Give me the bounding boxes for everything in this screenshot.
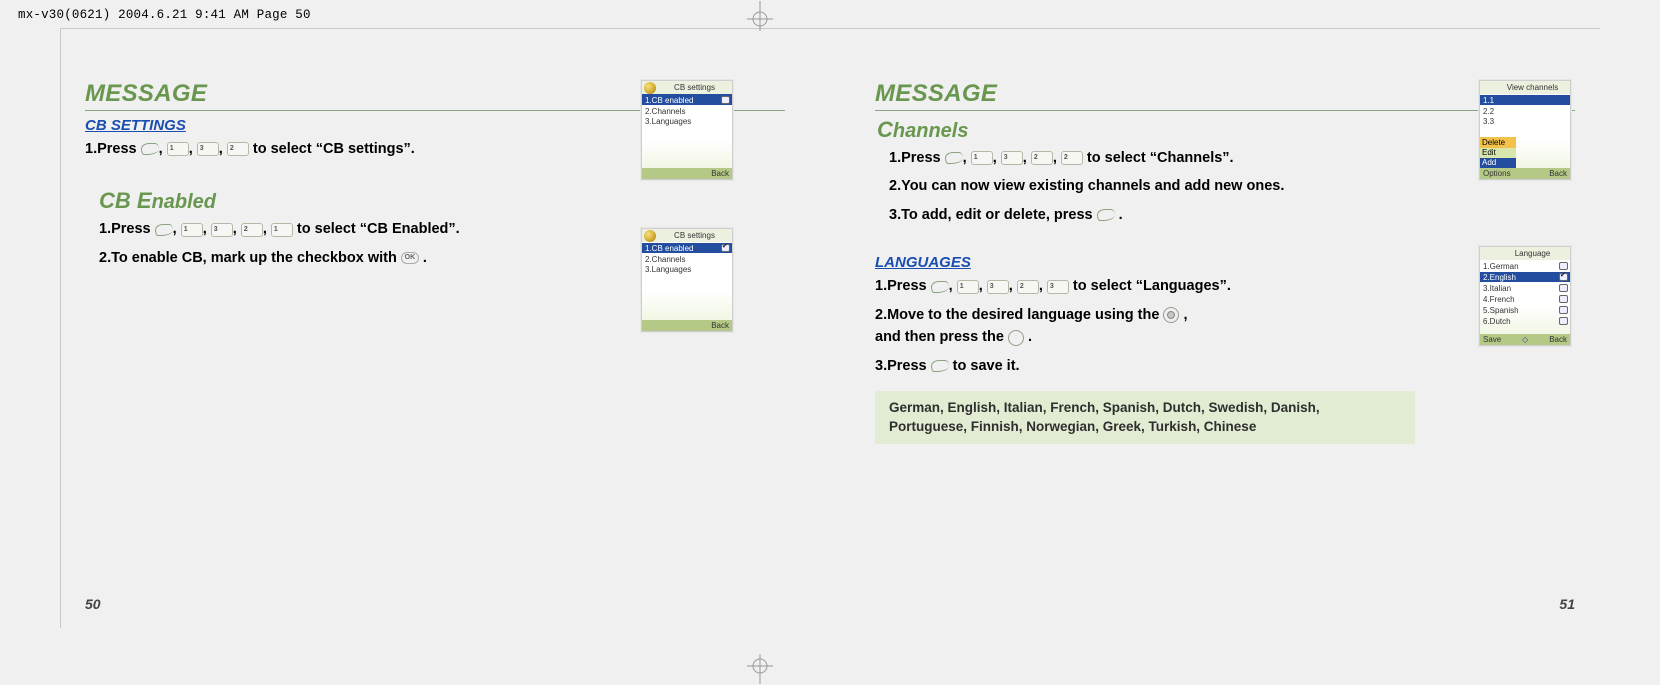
step-text: 2.Move to the desired language using the… xyxy=(875,304,1575,349)
key-3-icon: 3 xyxy=(1001,151,1023,165)
step-text: 1.Press , 1, 3, 2, 2 to select “Channels… xyxy=(889,147,1575,169)
checkbox-checked-icon xyxy=(721,244,730,252)
step-text: 3.To add, edit or delete, press . xyxy=(889,204,1575,226)
softkey-back: Back xyxy=(1549,169,1567,178)
popup-item: Delete xyxy=(1480,137,1516,147)
key-3-icon: 3 xyxy=(197,142,219,156)
phone-title: Language xyxy=(1480,247,1570,260)
popup-item: Edit xyxy=(1480,148,1516,158)
key-3-icon: 3 xyxy=(987,280,1009,294)
checkbox-icon xyxy=(1559,284,1568,292)
phone-title: View channels xyxy=(1480,81,1570,94)
text: to save it. xyxy=(953,358,1020,374)
key-2-icon: 2 xyxy=(241,223,263,237)
key-2-icon: 2 xyxy=(1017,280,1039,294)
registration-mark-bottom xyxy=(740,653,780,685)
popup-item: Add xyxy=(1480,158,1516,168)
step-text: 3.Press to save it. xyxy=(875,355,1575,377)
phone-screenshot-cb-enabled: CB settings 1.CB enabled 2.Channels 3.La… xyxy=(641,228,733,332)
softkey-back: Back xyxy=(642,168,732,179)
center-button-icon xyxy=(1008,330,1024,346)
page-number: 51 xyxy=(1559,596,1575,612)
softkey-icon xyxy=(931,360,949,372)
phone-screenshot-cb-settings: CB settings 1.CB enabled 1.CB enabled 2.… xyxy=(641,80,733,180)
list-item: 3.Languages xyxy=(642,264,732,274)
softkey-icon xyxy=(945,152,963,164)
phone-title: CB settings xyxy=(642,229,732,242)
key-3-icon: 3 xyxy=(211,223,233,237)
list-item: 2.Channels xyxy=(642,254,732,264)
key-2-icon: 2 xyxy=(1031,151,1053,165)
page-right: MESSAGE Channels 1.Press , 1, 3, 2, 2 to… xyxy=(875,80,1575,600)
step-text: 1.Press , 1, 3, 2, 3 to select “Language… xyxy=(875,275,1575,297)
print-crop-left xyxy=(60,28,72,628)
softkey-options: Options xyxy=(1483,169,1511,178)
text: 1.Press xyxy=(889,150,945,166)
softkey-bar: Save ◇ Back xyxy=(1480,334,1570,345)
nav-wheel-icon xyxy=(1163,307,1179,323)
list-item: 2.2 xyxy=(1480,106,1570,116)
key-1-icon: 1 xyxy=(271,223,293,237)
softkey-back: Back xyxy=(642,320,732,331)
text: . xyxy=(423,250,427,266)
softkey-icon xyxy=(1097,209,1115,221)
list-item: 3.Languages xyxy=(642,116,732,126)
step-text: 2.You can now view existing channels and… xyxy=(889,175,1575,197)
text: to select “Channels”. xyxy=(1087,150,1234,166)
checkbox-icon xyxy=(1559,262,1568,270)
list-item: 3.3 xyxy=(1480,116,1570,126)
text: 3.Press xyxy=(875,358,931,374)
heading-cb-enabled: CB Enabled xyxy=(99,188,785,214)
key-1-icon: 1 xyxy=(971,151,993,165)
key-2-icon: 2 xyxy=(227,142,249,156)
softkey-icon xyxy=(931,281,949,293)
text: 1.Press xyxy=(875,278,931,294)
text: 2.Move to the desired language using the xyxy=(875,307,1163,323)
phone-screenshot-channels: View channels 1.1 2.2 3.3 Delete Edit Ad… xyxy=(1479,80,1571,180)
softkey-icon xyxy=(155,224,173,236)
key-1-icon: 1 xyxy=(957,280,979,294)
text: to select “Languages”. xyxy=(1073,278,1231,294)
text: and then press the xyxy=(875,329,1008,345)
checkbox-icon xyxy=(721,96,730,104)
page-title: MESSAGE xyxy=(875,80,1575,111)
text: 2.To enable CB, mark up the checkbox wit… xyxy=(99,250,401,266)
options-popup: Delete Edit Add xyxy=(1480,137,1516,168)
key-2-icon: 2 xyxy=(1061,151,1083,165)
softkey-icon xyxy=(141,143,159,155)
text: . xyxy=(1028,329,1032,345)
key-1-icon: 1 xyxy=(181,223,203,237)
key-1-icon: 1 xyxy=(167,142,189,156)
page-left: MESSAGE CB SETTINGS 1.Press , 1, 3, 2 to… xyxy=(85,80,785,600)
softkey-save: Save xyxy=(1483,335,1501,344)
text: 1.Press xyxy=(99,221,155,237)
checkbox-icon xyxy=(1559,306,1568,314)
checkbox-icon xyxy=(1559,317,1568,325)
list-item: 1.1 xyxy=(1480,95,1570,105)
note-box: German, English, Italian, French, Spanis… xyxy=(875,391,1415,443)
text: to select “CB settings”. xyxy=(253,141,415,157)
phone-screenshot-languages: Language 1.German 2.English 3.Italian 4.… xyxy=(1479,246,1571,346)
text: 1.Press xyxy=(85,141,141,157)
print-header: mx-v30(0621) 2004.6.21 9:41 AM Page 50 xyxy=(18,8,311,22)
phone-title: CB settings xyxy=(642,81,732,94)
print-crop-top xyxy=(60,28,1600,40)
checkbox-checked-icon xyxy=(1559,273,1568,281)
page-number: 50 xyxy=(85,596,101,612)
ok-button-icon: OK xyxy=(401,252,419,264)
text: , xyxy=(1183,307,1187,323)
heading-channels: Channels xyxy=(877,117,1575,143)
key-3-icon: 3 xyxy=(1047,280,1069,294)
text: . xyxy=(1119,207,1123,223)
heading-languages: LANGUAGES xyxy=(875,254,1575,271)
list-item: 2.Channels xyxy=(642,106,732,116)
checkbox-icon xyxy=(1559,295,1568,303)
text: to select “CB Enabled”. xyxy=(297,221,460,237)
softkey-bar: Options Back xyxy=(1480,168,1570,179)
softkey-back: Back xyxy=(1549,335,1567,344)
text: 3.To add, edit or delete, press xyxy=(889,207,1097,223)
